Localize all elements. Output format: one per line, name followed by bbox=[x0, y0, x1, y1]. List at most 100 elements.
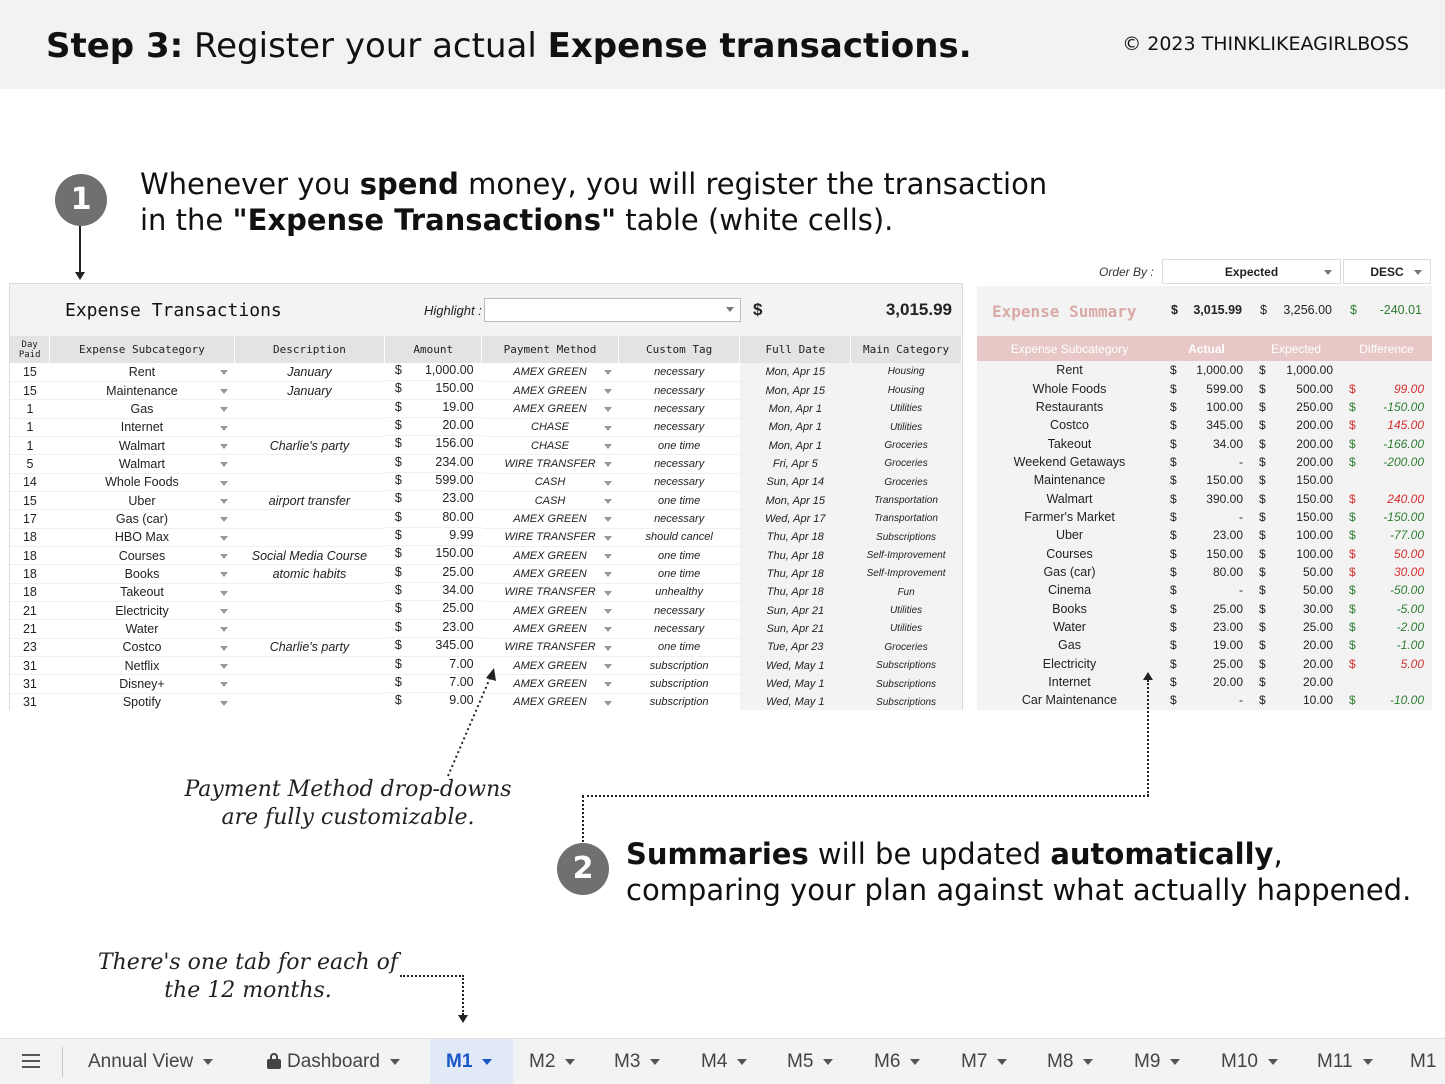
order-direction-dropdown[interactable]: DESC bbox=[1343, 259, 1431, 284]
custom-tag-cell[interactable]: unhealthy bbox=[618, 583, 740, 602]
description-cell[interactable] bbox=[234, 656, 385, 676]
day-paid-cell[interactable]: 15 bbox=[10, 363, 50, 382]
description-cell[interactable] bbox=[234, 528, 385, 547]
amount-cell[interactable]: $345.00 bbox=[384, 638, 482, 657]
payment-method-dropdown[interactable]: WIRE TRANSFER bbox=[481, 454, 619, 474]
tab-m1[interactable]: M1 bbox=[1392, 1039, 1445, 1084]
day-paid-cell[interactable]: 1 bbox=[10, 399, 50, 419]
subcategory-dropdown[interactable]: Internet bbox=[49, 418, 235, 437]
subcategory-dropdown[interactable]: Rent bbox=[49, 363, 235, 382]
tab-m7[interactable]: M7 bbox=[945, 1039, 1031, 1084]
payment-method-dropdown[interactable]: WIRE TRANSFER bbox=[481, 528, 619, 547]
chevron-down-icon[interactable] bbox=[910, 1058, 921, 1065]
day-paid-cell[interactable]: 5 bbox=[10, 454, 50, 474]
description-cell[interactable] bbox=[234, 418, 385, 437]
subcategory-dropdown[interactable]: Electricity bbox=[49, 601, 235, 621]
chevron-down-icon[interactable] bbox=[823, 1058, 834, 1065]
description-cell[interactable]: Social Media Course bbox=[234, 546, 385, 566]
description-cell[interactable]: January bbox=[234, 363, 385, 382]
amount-cell[interactable]: $19.00 bbox=[384, 400, 482, 419]
custom-tag-cell[interactable]: should cancel bbox=[618, 528, 740, 547]
menu-icon[interactable] bbox=[22, 1054, 40, 1068]
payment-method-dropdown[interactable]: AMEX GREEN bbox=[481, 564, 619, 584]
description-cell[interactable]: airport transfer bbox=[234, 491, 385, 511]
chevron-down-icon[interactable] bbox=[1362, 1058, 1373, 1065]
chevron-down-icon[interactable] bbox=[650, 1058, 661, 1065]
payment-method-dropdown[interactable]: AMEX GREEN bbox=[481, 546, 619, 566]
payment-method-dropdown[interactable]: AMEX GREEN bbox=[481, 381, 619, 401]
description-cell[interactable]: atomic habits bbox=[234, 564, 385, 584]
subcategory-dropdown[interactable]: Netflix bbox=[49, 656, 235, 676]
day-paid-cell[interactable]: 1 bbox=[10, 436, 50, 456]
payment-method-dropdown[interactable]: AMEX GREEN bbox=[481, 509, 619, 529]
payment-method-dropdown[interactable]: AMEX GREEN bbox=[481, 601, 619, 621]
custom-tag-cell[interactable]: subscription bbox=[618, 656, 740, 676]
custom-tag-cell[interactable]: necessary bbox=[618, 619, 740, 639]
description-cell[interactable] bbox=[234, 601, 385, 621]
amount-cell[interactable]: $156.00 bbox=[384, 436, 482, 455]
chevron-down-icon[interactable] bbox=[389, 1058, 400, 1065]
description-cell[interactable] bbox=[234, 693, 385, 710]
description-cell[interactable]: Charlie's party bbox=[234, 638, 385, 658]
chevron-down-icon[interactable] bbox=[997, 1058, 1008, 1065]
payment-method-dropdown[interactable]: CASH bbox=[481, 491, 619, 511]
chevron-down-icon[interactable] bbox=[1170, 1058, 1181, 1065]
custom-tag-cell[interactable]: subscription bbox=[618, 693, 740, 710]
custom-tag-cell[interactable]: necessary bbox=[618, 473, 740, 492]
subcategory-dropdown[interactable]: Costco bbox=[49, 638, 235, 658]
custom-tag-cell[interactable]: subscription bbox=[618, 674, 740, 694]
custom-tag-cell[interactable]: necessary bbox=[618, 363, 740, 382]
description-cell[interactable] bbox=[234, 583, 385, 602]
amount-cell[interactable]: $34.00 bbox=[384, 583, 482, 602]
custom-tag-cell[interactable]: necessary bbox=[618, 399, 740, 419]
description-cell[interactable] bbox=[234, 399, 385, 419]
amount-cell[interactable]: $150.00 bbox=[384, 546, 482, 565]
custom-tag-cell[interactable]: one time bbox=[618, 436, 740, 456]
day-paid-cell[interactable]: 21 bbox=[10, 619, 50, 639]
amount-cell[interactable]: $20.00 bbox=[384, 418, 482, 437]
custom-tag-cell[interactable]: one time bbox=[618, 546, 740, 566]
amount-cell[interactable]: $9.99 bbox=[384, 528, 482, 547]
payment-method-dropdown[interactable]: WIRE TRANSFER bbox=[481, 583, 619, 602]
day-paid-cell[interactable]: 1 bbox=[10, 418, 50, 437]
payment-method-dropdown[interactable]: CASH bbox=[481, 473, 619, 492]
description-cell[interactable] bbox=[234, 674, 385, 694]
subcategory-dropdown[interactable]: HBO Max bbox=[49, 528, 235, 547]
day-paid-cell[interactable]: 18 bbox=[10, 528, 50, 547]
payment-method-dropdown[interactable]: AMEX GREEN bbox=[481, 399, 619, 419]
custom-tag-cell[interactable]: necessary bbox=[618, 601, 740, 621]
subcategory-dropdown[interactable]: Gas bbox=[49, 399, 235, 419]
custom-tag-cell[interactable]: one time bbox=[618, 491, 740, 511]
amount-cell[interactable]: $234.00 bbox=[384, 455, 482, 474]
day-paid-cell[interactable]: 31 bbox=[10, 674, 50, 694]
tab-m8[interactable]: M8 bbox=[1031, 1039, 1117, 1084]
description-cell[interactable] bbox=[234, 509, 385, 529]
day-paid-cell[interactable]: 14 bbox=[10, 473, 50, 492]
day-paid-cell[interactable]: 21 bbox=[10, 601, 50, 621]
day-paid-cell[interactable]: 18 bbox=[10, 546, 50, 566]
custom-tag-cell[interactable]: one time bbox=[618, 564, 740, 584]
amount-cell[interactable]: $599.00 bbox=[384, 473, 482, 492]
tab-m4[interactable]: M4 bbox=[685, 1039, 770, 1084]
tab-m11[interactable]: M11 bbox=[1301, 1039, 1391, 1084]
chevron-down-icon[interactable] bbox=[1083, 1058, 1094, 1065]
custom-tag-cell[interactable]: necessary bbox=[618, 381, 740, 401]
subcategory-dropdown[interactable]: Whole Foods bbox=[49, 473, 235, 492]
amount-cell[interactable]: $23.00 bbox=[384, 620, 482, 639]
day-paid-cell[interactable]: 23 bbox=[10, 638, 50, 658]
chevron-down-icon[interactable] bbox=[1267, 1058, 1278, 1065]
payment-method-dropdown[interactable]: AMEX GREEN bbox=[481, 363, 619, 382]
description-cell[interactable]: Charlie's party bbox=[234, 436, 385, 456]
subcategory-dropdown[interactable]: Spotify bbox=[49, 693, 235, 710]
chevron-down-icon[interactable] bbox=[203, 1058, 214, 1065]
tab-m3[interactable]: M3 bbox=[598, 1039, 684, 1084]
subcategory-dropdown[interactable]: Walmart bbox=[49, 454, 235, 474]
day-paid-cell[interactable]: 17 bbox=[10, 509, 50, 529]
tab-m5[interactable]: M5 bbox=[771, 1039, 857, 1084]
custom-tag-cell[interactable]: one time bbox=[618, 638, 740, 658]
subcategory-dropdown[interactable]: Maintenance bbox=[49, 381, 235, 401]
payment-method-dropdown[interactable]: WIRE TRANSFER bbox=[481, 638, 619, 658]
description-cell[interactable] bbox=[234, 619, 385, 639]
custom-tag-cell[interactable]: necessary bbox=[618, 454, 740, 474]
tab-m1[interactable]: M1 bbox=[430, 1039, 513, 1084]
